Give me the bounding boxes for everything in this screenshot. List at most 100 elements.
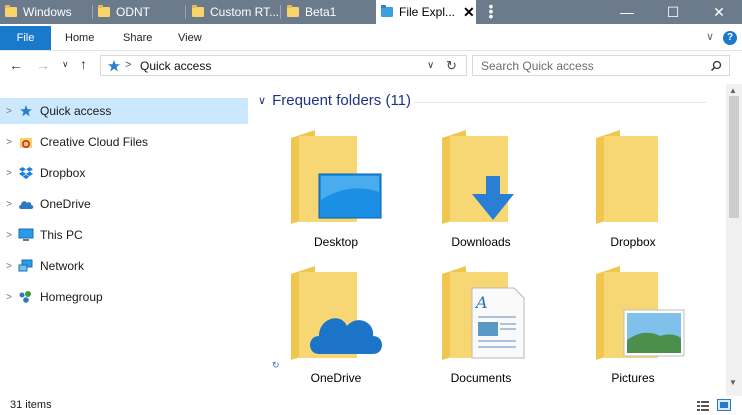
nav-item-label: Creative Cloud Files <box>40 135 149 149</box>
expand-chevron-icon[interactable]: > <box>0 137 18 148</box>
nav-item-label: Homegroup <box>40 290 103 304</box>
nav-item-label: Quick access <box>40 104 112 118</box>
status-bar: 31 items <box>0 396 742 415</box>
tab-custom-rt[interactable]: Custom RT... <box>187 0 279 24</box>
star-icon <box>18 104 34 118</box>
tab-divider <box>280 5 281 19</box>
forward-arrow-icon[interactable]: → <box>36 57 50 73</box>
group-divider <box>414 102 706 103</box>
address-bar[interactable]: > Quick access ∨ ↻ <box>100 55 467 76</box>
network-icon <box>18 259 34 273</box>
tab-beta1[interactable]: Beta1 <box>282 0 374 24</box>
folder-tile-downloads[interactable]: Downloads <box>426 122 536 257</box>
frequent-folders-header[interactable]: ∨ Frequent folders (11) <box>258 92 411 109</box>
folder-icon <box>381 5 393 17</box>
folder-icon <box>291 266 382 360</box>
dropbox-icon <box>18 166 34 180</box>
ribbon-tab-file[interactable]: File <box>0 26 51 50</box>
nav-item-label: OneDrive <box>40 197 91 211</box>
more-options-icon[interactable]: • • • <box>488 0 494 23</box>
nav-item-label: Network <box>40 259 85 273</box>
expand-ribbon-chevron-icon[interactable]: ∨ <box>706 30 714 43</box>
folder-label: Pictures <box>611 371 655 385</box>
nav-item-homegroup[interactable]: > Homegroup <box>0 284 248 310</box>
nav-item-label: Dropbox <box>40 166 86 180</box>
close-button[interactable]: ✕ <box>696 0 742 24</box>
folder-label: Desktop <box>313 235 359 249</box>
scroll-up-arrow-icon[interactable]: ▲ <box>729 86 737 95</box>
creative-cloud-icon <box>18 135 34 149</box>
folder-label: Downloads <box>451 235 511 249</box>
nav-item-onedrive[interactable]: > OneDrive <box>0 191 248 217</box>
tab-label: ODNT <box>116 5 150 19</box>
back-arrow-icon[interactable]: ← <box>9 57 23 73</box>
folder-icon <box>192 5 204 17</box>
refresh-icon[interactable]: ↻ <box>446 58 457 74</box>
nav-item-network[interactable]: > Network <box>0 253 248 279</box>
tab-label: Beta1 <box>305 5 337 19</box>
scrollbar-thumb[interactable] <box>729 96 739 218</box>
collapse-chevron-icon[interactable]: ∨ <box>258 94 266 107</box>
address-location[interactable]: Quick access <box>140 59 211 73</box>
folder-icon <box>287 5 299 17</box>
address-dropdown-chevron-icon[interactable]: ∨ <box>427 60 434 71</box>
search-box[interactable] <box>472 55 730 76</box>
minimize-button[interactable]: — <box>604 0 650 24</box>
folder-icon <box>291 130 382 224</box>
tab-close-icon[interactable]: ✕ <box>463 4 475 21</box>
expand-chevron-icon[interactable]: > <box>0 261 18 272</box>
folder-tile-documents[interactable]: A Documents <box>426 260 536 395</box>
tab-windows[interactable]: Windows <box>0 0 92 24</box>
tab-file-explorer[interactable]: File Expl... ✕ <box>376 0 476 24</box>
homegroup-icon <box>18 290 34 304</box>
quick-access-star-icon <box>108 60 120 72</box>
help-icon[interactable]: ? <box>723 31 737 45</box>
ribbon-tab-view[interactable]: View <box>178 26 202 50</box>
expand-chevron-icon[interactable]: > <box>0 106 18 117</box>
up-arrow-icon[interactable]: ↑ <box>80 56 87 72</box>
details-view-icon[interactable] <box>697 400 709 411</box>
folder-label: Dropbox <box>610 235 656 249</box>
folder-icon: A <box>442 266 525 360</box>
tab-label: Custom RT... <box>210 5 279 19</box>
ribbon-tab-share[interactable]: Share <box>123 26 152 50</box>
folder-tile-pictures[interactable]: Pictures <box>578 260 688 395</box>
group-title: Frequent folders (11) <box>272 92 412 109</box>
folder-icon <box>5 5 17 17</box>
nav-item-label: This PC <box>40 228 83 242</box>
maximize-button[interactable]: ☐ <box>650 0 696 24</box>
folder-icon <box>98 5 110 17</box>
expand-chevron-icon[interactable]: > <box>0 199 18 210</box>
search-icon[interactable] <box>710 60 722 72</box>
sync-status-icon: ↻ <box>272 360 280 370</box>
recent-locations-chevron-icon[interactable]: ∨ <box>62 59 69 70</box>
tab-label: File Expl... <box>399 5 456 19</box>
folder-tile-desktop[interactable]: Desktop <box>281 122 391 257</box>
nav-item-dropbox[interactable]: > Dropbox <box>0 160 248 186</box>
onedrive-icon <box>18 197 34 211</box>
expand-chevron-icon[interactable]: > <box>0 230 18 241</box>
search-input[interactable] <box>481 58 701 73</box>
folder-icon <box>596 266 685 360</box>
scroll-down-arrow-icon[interactable]: ▼ <box>729 378 737 387</box>
expand-chevron-icon[interactable]: > <box>0 292 18 303</box>
tab-odnt[interactable]: ODNT <box>93 0 185 24</box>
nav-item-creative-cloud[interactable]: > Creative Cloud Files <box>0 129 248 155</box>
folder-tile-onedrive[interactable]: ↻ OneDrive <box>272 260 391 395</box>
nav-item-quick-access[interactable]: > Quick access <box>0 98 248 124</box>
ribbon-tab-home[interactable]: Home <box>65 26 94 50</box>
folder-icon <box>596 130 658 224</box>
nav-item-this-pc[interactable]: > This PC <box>0 222 248 248</box>
folder-label: Documents <box>450 371 512 385</box>
expand-chevron-icon[interactable]: > <box>0 168 18 179</box>
monitor-icon <box>18 228 34 242</box>
ribbon-tabs: File Home Share View ∨ ? <box>0 26 742 51</box>
item-count: 31 items <box>10 399 52 411</box>
tab-divider <box>185 5 186 19</box>
folder-icon <box>442 130 514 224</box>
large-icons-view-icon[interactable] <box>717 399 731 411</box>
address-separator[interactable]: > <box>125 59 131 71</box>
tab-label: Windows <box>23 5 72 19</box>
folder-tile-dropbox[interactable]: Dropbox <box>578 122 688 257</box>
svg-text:A: A <box>474 293 488 312</box>
